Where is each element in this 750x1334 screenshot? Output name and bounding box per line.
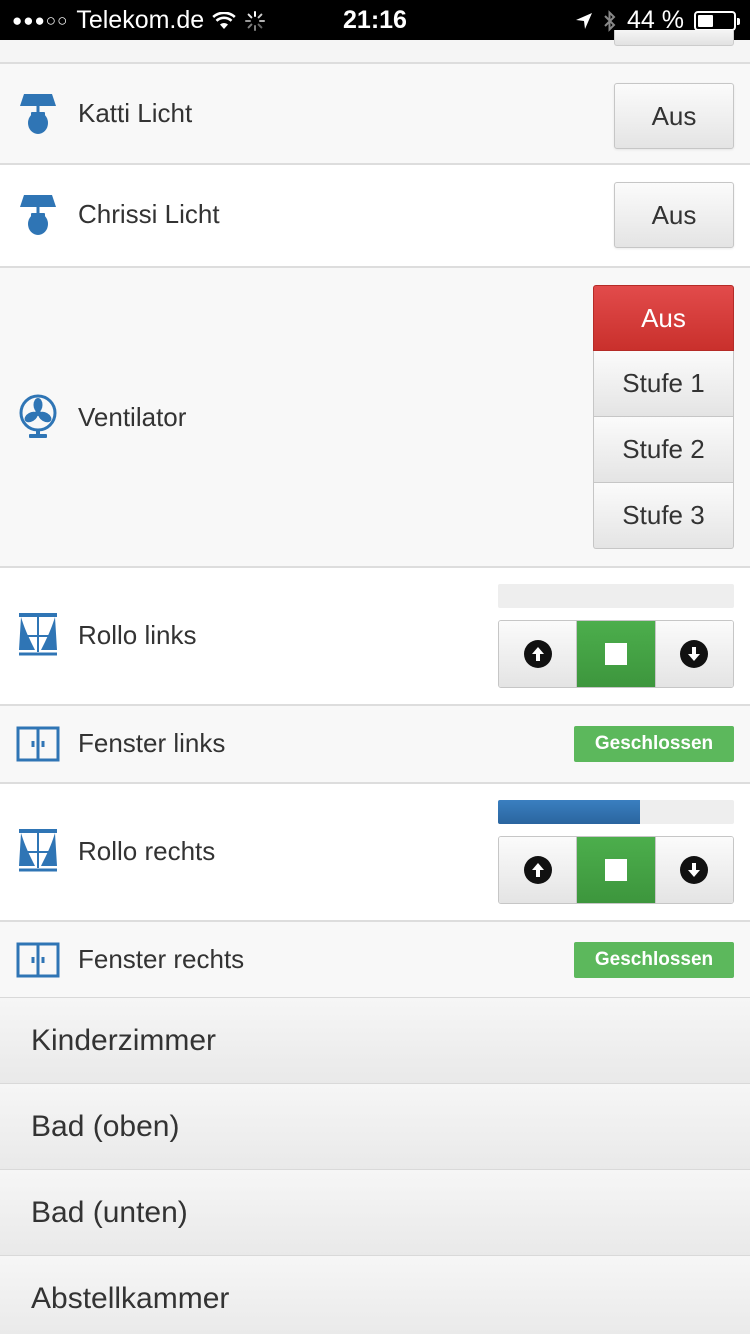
ventilator-off-button[interactable]: Aus xyxy=(593,285,734,351)
fan-icon xyxy=(16,394,60,440)
ventilator-stufe-1-button[interactable]: Stufe 1 xyxy=(593,351,734,417)
device-row-rollo-rechts: Rollo rechts xyxy=(0,784,750,922)
rollo-rechts-position-fill xyxy=(498,800,640,824)
partial-previous-button[interactable] xyxy=(614,30,734,46)
device-row-chrissi-licht: Chrissi Licht Aus xyxy=(0,165,750,268)
rollo-rechts-position-bar xyxy=(498,800,734,824)
katti-licht-off-button[interactable]: Aus xyxy=(614,83,734,149)
room-category-abstellkammer[interactable]: Abstellkammer xyxy=(0,1255,750,1334)
rollo-rechts-stop-button[interactable] xyxy=(576,837,655,903)
device-row-ventilator: Ventilator Aus Stufe 1 Stufe 2 Stufe 3 xyxy=(0,268,750,568)
lamp-icon xyxy=(16,92,60,136)
ventilator-speed-group: Aus Stufe 1 Stufe 2 Stufe 3 xyxy=(593,285,734,549)
stop-icon xyxy=(604,859,627,881)
device-label: Ventilator xyxy=(78,402,187,432)
battery-icon xyxy=(694,10,740,31)
device-row-katti-licht: Katti Licht Aus xyxy=(0,62,750,165)
device-label: Fenster links xyxy=(78,728,226,758)
fenster-links-status-badge: Geschlossen xyxy=(574,726,734,762)
arrow-up-icon xyxy=(523,640,552,668)
chrissi-licht-off-button[interactable]: Aus xyxy=(614,182,734,248)
lamp-icon xyxy=(16,193,60,237)
device-row-fenster-rechts: Fenster rechts Geschlossen xyxy=(0,922,750,1000)
arrow-down-icon xyxy=(680,640,709,668)
arrow-up-icon xyxy=(523,856,552,884)
rollo-links-down-button[interactable] xyxy=(654,621,733,687)
room-category-bad-oben[interactable]: Bad (oben) xyxy=(0,1083,750,1169)
rollo-links-position-bar xyxy=(498,584,734,608)
rollo-rechts-up-button[interactable] xyxy=(499,837,577,903)
ventilator-stufe-3-button[interactable]: Stufe 3 xyxy=(593,483,734,549)
bluetooth-icon xyxy=(604,9,616,32)
stop-icon xyxy=(604,643,627,665)
device-label: Rollo rechts xyxy=(78,836,216,866)
window-icon xyxy=(16,940,60,980)
device-label: Katti Licht xyxy=(78,98,193,128)
battery-level xyxy=(698,14,713,27)
rollo-links-up-button[interactable] xyxy=(499,621,577,687)
rollo-links-controls xyxy=(498,620,734,688)
location-arrow-icon xyxy=(576,12,593,29)
blind-icon xyxy=(16,612,60,658)
arrow-down-icon xyxy=(680,856,709,884)
blind-icon xyxy=(16,828,60,874)
window-icon xyxy=(16,724,60,764)
device-row-rollo-links: Rollo links xyxy=(0,568,750,706)
device-label: Chrissi Licht xyxy=(78,199,220,229)
device-row-fenster-links: Fenster links Geschlossen xyxy=(0,706,750,784)
ventilator-stufe-2-button[interactable]: Stufe 2 xyxy=(593,417,734,483)
rollo-rechts-controls xyxy=(498,836,734,904)
device-label: Fenster rechts xyxy=(78,944,245,974)
rollo-links-stop-button[interactable] xyxy=(576,621,655,687)
fenster-rechts-status-badge: Geschlossen xyxy=(574,942,734,978)
room-category-kinderzimmer[interactable]: Kinderzimmer xyxy=(0,997,750,1083)
rollo-rechts-down-button[interactable] xyxy=(654,837,733,903)
room-category-bad-unten[interactable]: Bad (unten) xyxy=(0,1169,750,1255)
device-label: Rollo links xyxy=(78,620,197,650)
